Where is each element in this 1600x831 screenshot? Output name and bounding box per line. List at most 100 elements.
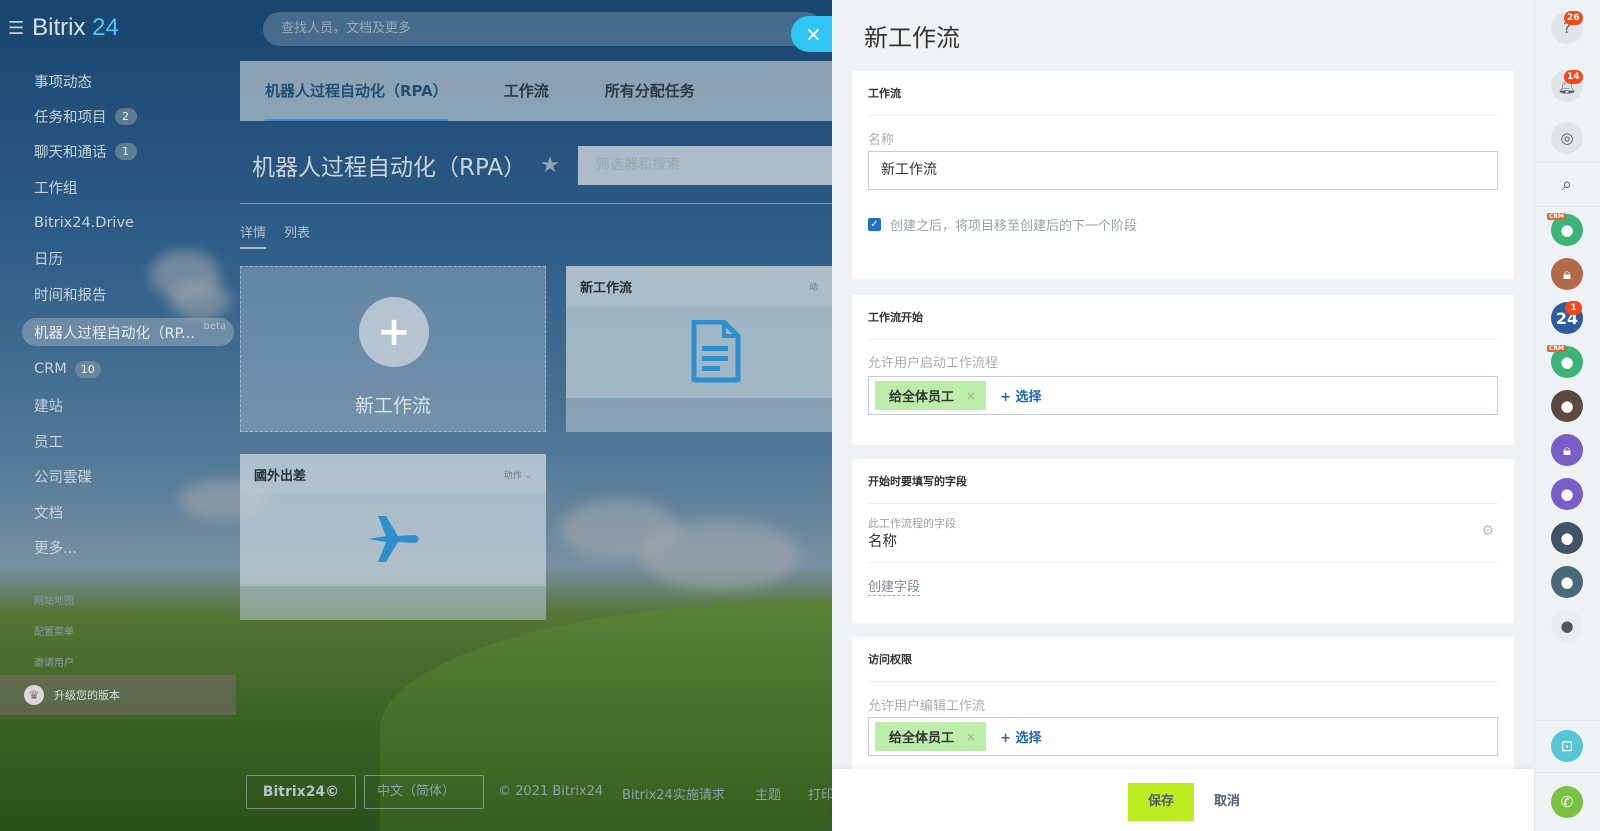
- add-workflow-card[interactable]: + 新工作流: [240, 266, 546, 432]
- footer-link-implementation[interactable]: Bitrix24实施请求: [622, 784, 725, 803]
- user-avatar[interactable]: ●: [1551, 478, 1583, 510]
- name-input[interactable]: 新工作流: [868, 151, 1498, 190]
- allow-edit-label: 允许用户编辑工作流: [868, 699, 986, 714]
- view-tab-details[interactable]: 详情: [240, 222, 267, 249]
- logo[interactable]: ☰ Bitrix 24: [8, 14, 119, 42]
- page-title-text: 机器人过程自动化（RPA）: [252, 155, 527, 181]
- remove-chip-icon[interactable]: ×: [966, 730, 976, 744]
- menu-item-label: 任务和项目: [34, 109, 107, 126]
- close-slider-button[interactable]: ×: [791, 16, 835, 52]
- language-selector[interactable]: 中文（简体）: [364, 775, 484, 809]
- field-name: 名称: [868, 534, 897, 550]
- user-avatar[interactable]: ●: [1551, 390, 1583, 422]
- menu-item-drive[interactable]: Bitrix24.Drive: [34, 210, 134, 236]
- card-header: 新工作流 动: [566, 266, 832, 306]
- save-button[interactable]: 保存: [1128, 783, 1194, 821]
- edit-permission-selector[interactable]: 给全体员工 × + 选择: [868, 717, 1498, 756]
- footer-link-print[interactable]: 打印: [808, 784, 832, 803]
- lock-chat-avatar[interactable]: 🔒︎: [1551, 258, 1583, 290]
- card-body: [240, 494, 546, 586]
- plus-icon: +: [359, 297, 429, 367]
- user-avatar[interactable]: ●: [1551, 566, 1583, 598]
- menu-counter: 10: [74, 360, 101, 378]
- checkbox-label: 创建之后，将项目移至创建后的下一个阶段: [890, 219, 1138, 234]
- section-access: 访问权限 允许用户编辑工作流 给全体员工 × + 选择: [852, 637, 1514, 777]
- card-action-menu[interactable]: 动作 ⌄: [504, 468, 532, 481]
- page-title: 机器人过程自动化（RPA） ★: [252, 148, 560, 182]
- menu-item-crm[interactable]: CRM 10: [34, 356, 101, 382]
- card-title: 新工作流: [580, 280, 633, 296]
- tab-workflows[interactable]: 工作流: [504, 61, 549, 121]
- left-menu: ☰ Bitrix 24 beta 事项动态 任务和项目 2 聊天和通话 1 工作组 …: [0, 0, 236, 831]
- section-title: 开始时要填写的字段: [868, 475, 967, 488]
- tab-rpa[interactable]: 机器人过程自动化（RPA）: [265, 61, 448, 121]
- workflow-card[interactable]: 新工作流 动: [566, 266, 832, 432]
- brand-name: Bitrix 24: [32, 14, 119, 41]
- divider: [240, 203, 832, 204]
- phone-icon[interactable]: ✆: [1551, 786, 1583, 818]
- footer-link-theme[interactable]: 主题: [755, 784, 781, 803]
- menu-item-company-drive[interactable]: 公司雲碟: [34, 463, 92, 489]
- group-avatar[interactable]: ●: [1551, 610, 1583, 642]
- filter-search-input[interactable]: 筛选器和搜索: [578, 146, 832, 185]
- menu-item-more[interactable]: 更多...: [34, 534, 77, 560]
- create-field-link[interactable]: 创建字段: [868, 576, 921, 596]
- user-avatar[interactable]: ●: [1551, 522, 1583, 554]
- menu-item-label: 日历: [34, 251, 63, 268]
- remove-chip-icon[interactable]: ×: [966, 389, 976, 403]
- selected-chip: 给全体员工 ×: [875, 722, 987, 751]
- name-label: 名称: [868, 133, 895, 148]
- menu-item-label: 更多...: [34, 540, 77, 557]
- gear-icon[interactable]: ⚙: [1481, 523, 1494, 539]
- menu-item-sites[interactable]: 建站: [34, 392, 63, 418]
- menu-item-workgroups[interactable]: 工作组: [34, 174, 78, 200]
- right-sidebar: ? 26 🔔︎ 14 ◎ ⌕ ● CRM 🔒︎ 24 1 ● CRM ● 🔒︎ …: [1534, 0, 1600, 831]
- menu-item-label: 机器人过程自动化（RP...: [34, 325, 195, 342]
- menu-counter: 2: [114, 107, 137, 125]
- tab-assigned-tasks[interactable]: 所有分配任务: [605, 61, 695, 121]
- menu-item-tasks[interactable]: 任务和项目 2: [34, 103, 137, 129]
- add-selection-link[interactable]: + 选择: [1000, 386, 1041, 405]
- add-selection-link[interactable]: + 选择: [1000, 727, 1041, 746]
- view-tab-list[interactable]: 列表: [284, 222, 310, 249]
- menu-item-label: 工作组: [34, 180, 78, 197]
- lock-group-avatar[interactable]: 🔒︎: [1551, 434, 1583, 466]
- move-stage-checkbox-row[interactable]: ✓ 创建之后，将项目移至创建后的下一个阶段: [868, 215, 1137, 234]
- menu-item-time-reports[interactable]: 时间和报告: [34, 281, 107, 307]
- section-workflow: 工作流 名称 新工作流 ✓ 创建之后，将项目移至创建后的下一个阶段: [852, 71, 1514, 279]
- menu-item-label: 公司雲碟: [34, 469, 92, 486]
- configure-menu-link[interactable]: 配置菜单: [34, 623, 74, 638]
- card-title: 國外出差: [254, 468, 307, 484]
- menu-item-label: Bitrix24.Drive: [34, 215, 134, 231]
- menu-item-calendar[interactable]: 日历: [34, 245, 63, 271]
- menu-item-chat[interactable]: 聊天和通话 1: [34, 138, 137, 164]
- upgrade-button[interactable]: ♛ 升级您的版本: [0, 675, 236, 715]
- start-permission-selector[interactable]: 给全体员工 × + 选择: [868, 376, 1498, 415]
- menu-item-rpa[interactable]: 机器人过程自动化（RP...: [34, 319, 195, 345]
- menu-burger-icon[interactable]: ☰: [8, 18, 24, 39]
- travel-workflow-card[interactable]: 國外出差 动作 ⌄: [240, 454, 546, 620]
- footer-copyright: © 2021 Bitrix24: [498, 784, 604, 799]
- checkbox[interactable]: ✓: [868, 218, 881, 231]
- chat-icon[interactable]: ◎: [1551, 122, 1583, 154]
- card-action-menu[interactable]: 动: [809, 280, 818, 293]
- sitemap-link[interactable]: 网站地图: [34, 592, 74, 607]
- menu-item-docs[interactable]: 文档: [34, 499, 63, 525]
- global-search-input[interactable]: 查找人员，文档及更多: [263, 12, 823, 46]
- search-icon[interactable]: ⌕: [1551, 168, 1583, 200]
- workflow-slider-panel: 新工作流 工作流 名称 新工作流 ✓ 创建之后，将项目移至创建后的下一个阶段 工…: [832, 0, 1534, 831]
- menu-item-feed[interactable]: 事项动态: [34, 68, 92, 94]
- star-icon[interactable]: ★: [540, 153, 560, 178]
- menu-item-label: 时间和报告: [34, 287, 107, 304]
- card-header: 國外出差 动作 ⌄: [240, 454, 546, 494]
- cancel-button[interactable]: 取消: [1214, 783, 1240, 821]
- menu-item-label: 员工: [34, 434, 63, 451]
- beta-badge: beta: [203, 321, 226, 332]
- invite-users-link[interactable]: 邀请用户: [34, 654, 74, 669]
- slider-title: 新工作流: [864, 24, 960, 52]
- slider-footer: 保存 取消: [832, 769, 1534, 831]
- section-title: 工作流开始: [868, 311, 923, 324]
- open-lines-icon[interactable]: ⊡: [1551, 730, 1583, 762]
- menu-item-employees[interactable]: 员工: [34, 428, 63, 454]
- footer-brand[interactable]: Bitrix24©: [246, 775, 356, 809]
